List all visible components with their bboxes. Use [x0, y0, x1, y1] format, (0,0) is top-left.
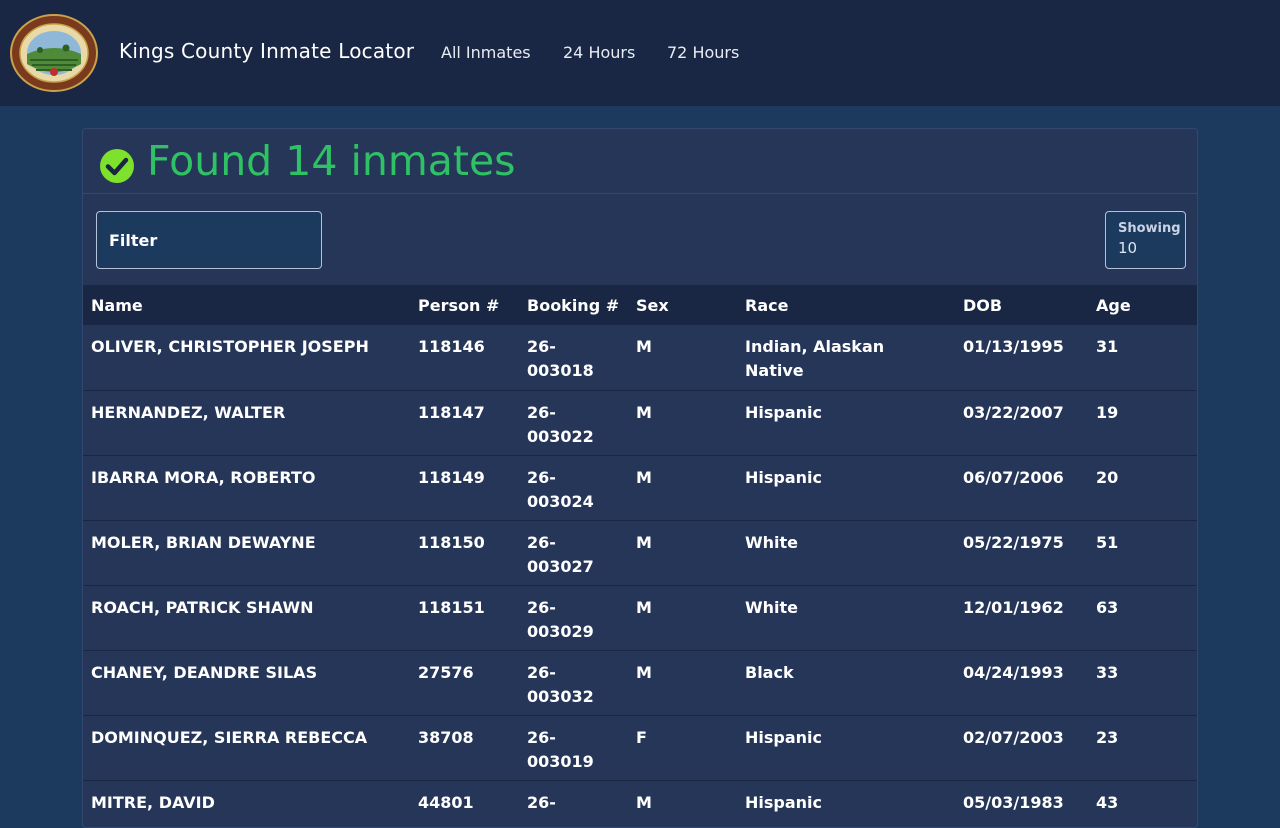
site-brand-title[interactable]: Kings County Inmate Locator: [119, 39, 414, 63]
page-size-label: Showing: [1118, 221, 1181, 236]
cell-sex: M: [636, 467, 652, 487]
cell-race: White: [745, 597, 799, 617]
check-circle-icon: [100, 149, 134, 183]
cell-sex: F: [636, 727, 647, 747]
cell-race: White: [745, 532, 799, 552]
cell-sex: M: [636, 402, 652, 422]
cell-dob: 01/13/1995: [963, 337, 1064, 356]
nav-link-all-inmates[interactable]: All Inmates: [441, 43, 531, 62]
table-row[interactable]: MITRE, DAVID 44801 26- M Hispanic 05/03/…: [83, 780, 1197, 827]
column-header-person-number[interactable]: Person #: [410, 285, 519, 325]
column-header-name[interactable]: Name: [83, 285, 410, 325]
cell-person-number: 44801: [418, 792, 474, 812]
cell-dob: 12/01/1962: [963, 597, 1064, 617]
cell-race: Hispanic: [745, 727, 823, 747]
cell-name: IBARRA MORA, ROBERTO: [91, 467, 316, 487]
cell-booking-number: 26-003024: [527, 467, 594, 511]
cell-race: Hispanic: [745, 467, 823, 487]
cell-age: 63: [1096, 597, 1119, 617]
cell-sex: M: [636, 532, 652, 552]
cell-person-number: 118151: [418, 597, 485, 617]
cell-race: Indian, Alaskan Native: [745, 337, 885, 380]
cell-dob: 06/07/2006: [963, 467, 1064, 487]
cell-name: CHANEY, DEANDRE SILAS: [91, 662, 318, 682]
cell-race: Hispanic: [745, 792, 823, 812]
cell-person-number: 118149: [418, 467, 485, 487]
table-header-row: Name Person # Booking # Sex Race DOB Age: [83, 285, 1197, 325]
cell-person-number: 27576: [418, 662, 474, 682]
filter-input[interactable]: [96, 211, 322, 269]
cell-name: MOLER, BRIAN DEWAYNE: [91, 532, 316, 552]
cell-dob: 05/03/1983: [963, 792, 1064, 812]
cell-booking-number: 26-003022: [527, 402, 594, 446]
column-header-dob[interactable]: DOB: [955, 285, 1088, 325]
cell-sex: M: [636, 597, 652, 617]
column-header-age[interactable]: Age: [1088, 285, 1197, 325]
table-row[interactable]: MOLER, BRIAN DEWAYNE 118150 26-003027 M …: [83, 520, 1197, 585]
table-row[interactable]: ROACH, PATRICK SHAWN 118151 26-003029 M …: [83, 585, 1197, 650]
page-size-select[interactable]: Showing 10: [1105, 211, 1186, 269]
cell-booking-number: 26-003018: [527, 337, 594, 380]
cell-age: 33: [1096, 662, 1119, 682]
cell-person-number: 38708: [418, 727, 474, 747]
cell-booking-number: 26-003029: [527, 597, 594, 641]
column-header-race[interactable]: Race: [737, 285, 955, 325]
cell-person-number: 118146: [418, 337, 485, 356]
cell-race: Hispanic: [745, 402, 823, 422]
cell-sex: M: [636, 662, 652, 682]
cell-name: HERNANDEZ, WALTER: [91, 402, 286, 422]
cell-sex: M: [636, 337, 652, 356]
cell-name: OLIVER, CHRISTOPHER JOSEPH: [91, 337, 369, 356]
cell-age: 43: [1096, 792, 1119, 812]
table-row[interactable]: IBARRA MORA, ROBERTO 118149 26-003024 M …: [83, 455, 1197, 520]
cell-name: ROACH, PATRICK SHAWN: [91, 597, 314, 617]
table-row[interactable]: HERNANDEZ, WALTER 118147 26-003022 M His…: [83, 390, 1197, 455]
column-header-booking-number[interactable]: Booking #: [519, 285, 628, 325]
cell-dob: 03/22/2007: [963, 402, 1064, 422]
cell-race: Black: [745, 662, 794, 682]
cell-age: 23: [1096, 727, 1119, 747]
column-header-sex[interactable]: Sex: [628, 285, 737, 325]
inmates-table: Name Person # Booking # Sex Race DOB Age…: [83, 285, 1197, 827]
cell-age: 20: [1096, 467, 1119, 487]
cell-booking-number: 26-: [527, 792, 556, 812]
nav-link-72-hours[interactable]: 72 Hours: [667, 43, 739, 62]
cell-booking-number: 26-003027: [527, 532, 594, 576]
cell-dob: 04/24/1993: [963, 662, 1064, 682]
cell-name: MITRE, DAVID: [91, 792, 215, 812]
cell-age: 19: [1096, 402, 1119, 422]
table-row[interactable]: DOMINQUEZ, SIERRA REBECCA 38708 26-00301…: [83, 715, 1197, 780]
cell-booking-number: 26-003019: [527, 727, 594, 771]
cell-name: DOMINQUEZ, SIERRA REBECCA: [91, 727, 368, 747]
cell-booking-number: 26-003032: [527, 662, 594, 706]
cell-sex: M: [636, 792, 652, 812]
cell-age: 51: [1096, 532, 1119, 552]
top-navbar: Kings County Inmate Locator All Inmates …: [0, 0, 1280, 106]
page-size-value: 10: [1118, 239, 1138, 257]
results-card: Found 14 inmates Showing 10 Name Person …: [82, 128, 1198, 828]
table-row[interactable]: CHANEY, DEANDRE SILAS 27576 26-003032 M …: [83, 650, 1197, 715]
cell-age: 31: [1096, 337, 1119, 356]
cell-dob: 05/22/1975: [963, 532, 1064, 552]
results-header: Found 14 inmates: [83, 129, 1197, 194]
results-count-message: Found 14 inmates: [147, 137, 516, 185]
cell-person-number: 118147: [418, 402, 485, 422]
cell-dob: 02/07/2003: [963, 727, 1064, 747]
table-row[interactable]: OLIVER, CHRISTOPHER JOSEPH 118146 26-003…: [83, 325, 1197, 390]
nav-link-24-hours[interactable]: 24 Hours: [563, 43, 635, 62]
county-seal-logo[interactable]: [10, 14, 98, 92]
cell-person-number: 118150: [418, 532, 485, 552]
